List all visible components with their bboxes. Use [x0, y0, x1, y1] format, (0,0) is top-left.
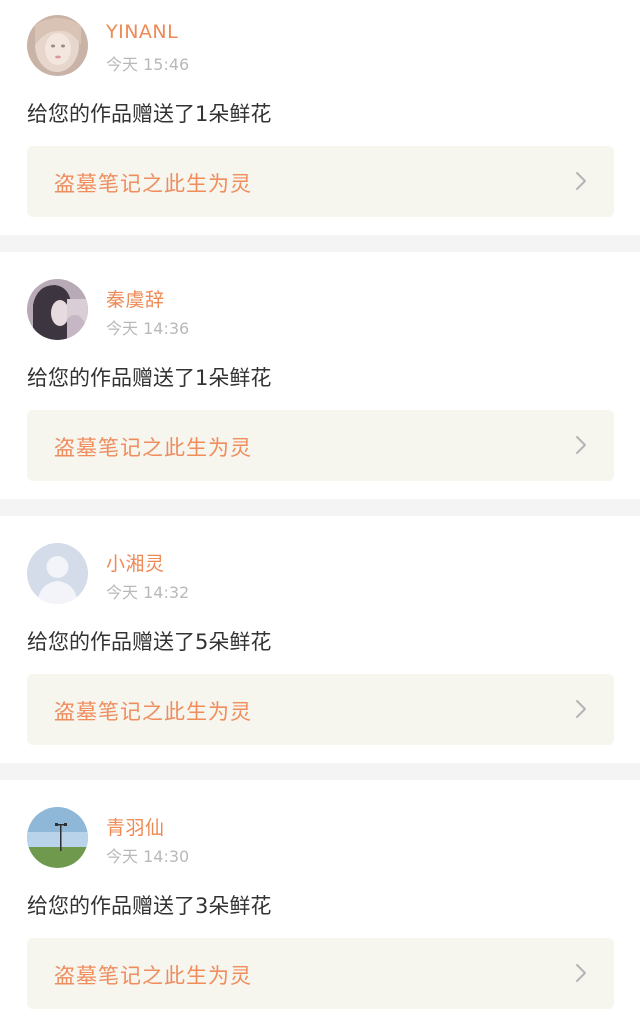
gift-message: 给您的作品赠送了1朵鲜花 — [27, 102, 272, 126]
avatar[interactable] — [27, 279, 88, 340]
chevron-right-icon — [574, 434, 588, 456]
work-link[interactable]: 盗墓笔记之此生为灵 — [27, 410, 614, 481]
timestamp: 今天 14:32 — [106, 583, 190, 602]
avatar-default-silhouette-icon — [27, 543, 88, 604]
work-title: 盗墓笔记之此生为灵 — [54, 436, 252, 460]
user-row: 青羽仙 今天 14:30 — [27, 807, 587, 869]
notification-card: 青羽仙 今天 14:30 给您的作品赠送了3朵鲜花 盗墓笔记之此生为灵 — [0, 780, 640, 1023]
separator — [0, 499, 640, 516]
separator — [0, 763, 640, 780]
username[interactable]: YINANL — [106, 21, 178, 43]
gift-message: 给您的作品赠送了3朵鲜花 — [27, 894, 272, 918]
timestamp: 今天 15:46 — [106, 55, 190, 74]
user-row: 秦虞辞 今天 14:36 — [27, 279, 587, 341]
notification-card: YINANL 今天 15:46 给您的作品赠送了1朵鲜花 盗墓笔记之此生为灵 — [0, 0, 640, 235]
work-title: 盗墓笔记之此生为灵 — [54, 700, 252, 724]
work-link[interactable]: 盗墓笔记之此生为灵 — [27, 674, 614, 745]
avatar-landscape-lamp-icon — [27, 807, 88, 868]
username[interactable]: 秦虞辞 — [106, 285, 165, 312]
timestamp: 今天 14:30 — [106, 847, 190, 866]
avatar-girl-dark-hair-icon — [27, 279, 88, 340]
avatar[interactable] — [27, 807, 88, 868]
notification-card: 秦虞辞 今天 14:36 给您的作品赠送了1朵鲜花 盗墓笔记之此生为灵 — [0, 252, 640, 499]
work-link[interactable]: 盗墓笔记之此生为灵 — [27, 146, 614, 217]
chevron-right-icon — [574, 962, 588, 984]
work-title: 盗墓笔记之此生为灵 — [54, 964, 252, 988]
avatar-girl-portrait-icon — [27, 15, 88, 76]
user-row: YINANL 今天 15:46 — [27, 15, 587, 77]
timestamp: 今天 14:36 — [106, 319, 190, 338]
work-link[interactable]: 盗墓笔记之此生为灵 — [27, 938, 614, 1009]
avatar[interactable] — [27, 543, 88, 604]
avatar[interactable] — [27, 15, 88, 76]
separator — [0, 235, 640, 252]
username[interactable]: 小湘灵 — [106, 549, 165, 576]
user-row: 小湘灵 今天 14:32 — [27, 543, 587, 605]
gift-message: 给您的作品赠送了5朵鲜花 — [27, 630, 272, 654]
username[interactable]: 青羽仙 — [106, 813, 165, 840]
notification-feed: YINANL 今天 15:46 给您的作品赠送了1朵鲜花 盗墓笔记之此生为灵 秦… — [0, 0, 640, 1023]
notification-card: 小湘灵 今天 14:32 给您的作品赠送了5朵鲜花 盗墓笔记之此生为灵 — [0, 516, 640, 763]
chevron-right-icon — [574, 170, 588, 192]
work-title: 盗墓笔记之此生为灵 — [54, 172, 252, 196]
chevron-right-icon — [574, 698, 588, 720]
gift-message: 给您的作品赠送了1朵鲜花 — [27, 366, 272, 390]
